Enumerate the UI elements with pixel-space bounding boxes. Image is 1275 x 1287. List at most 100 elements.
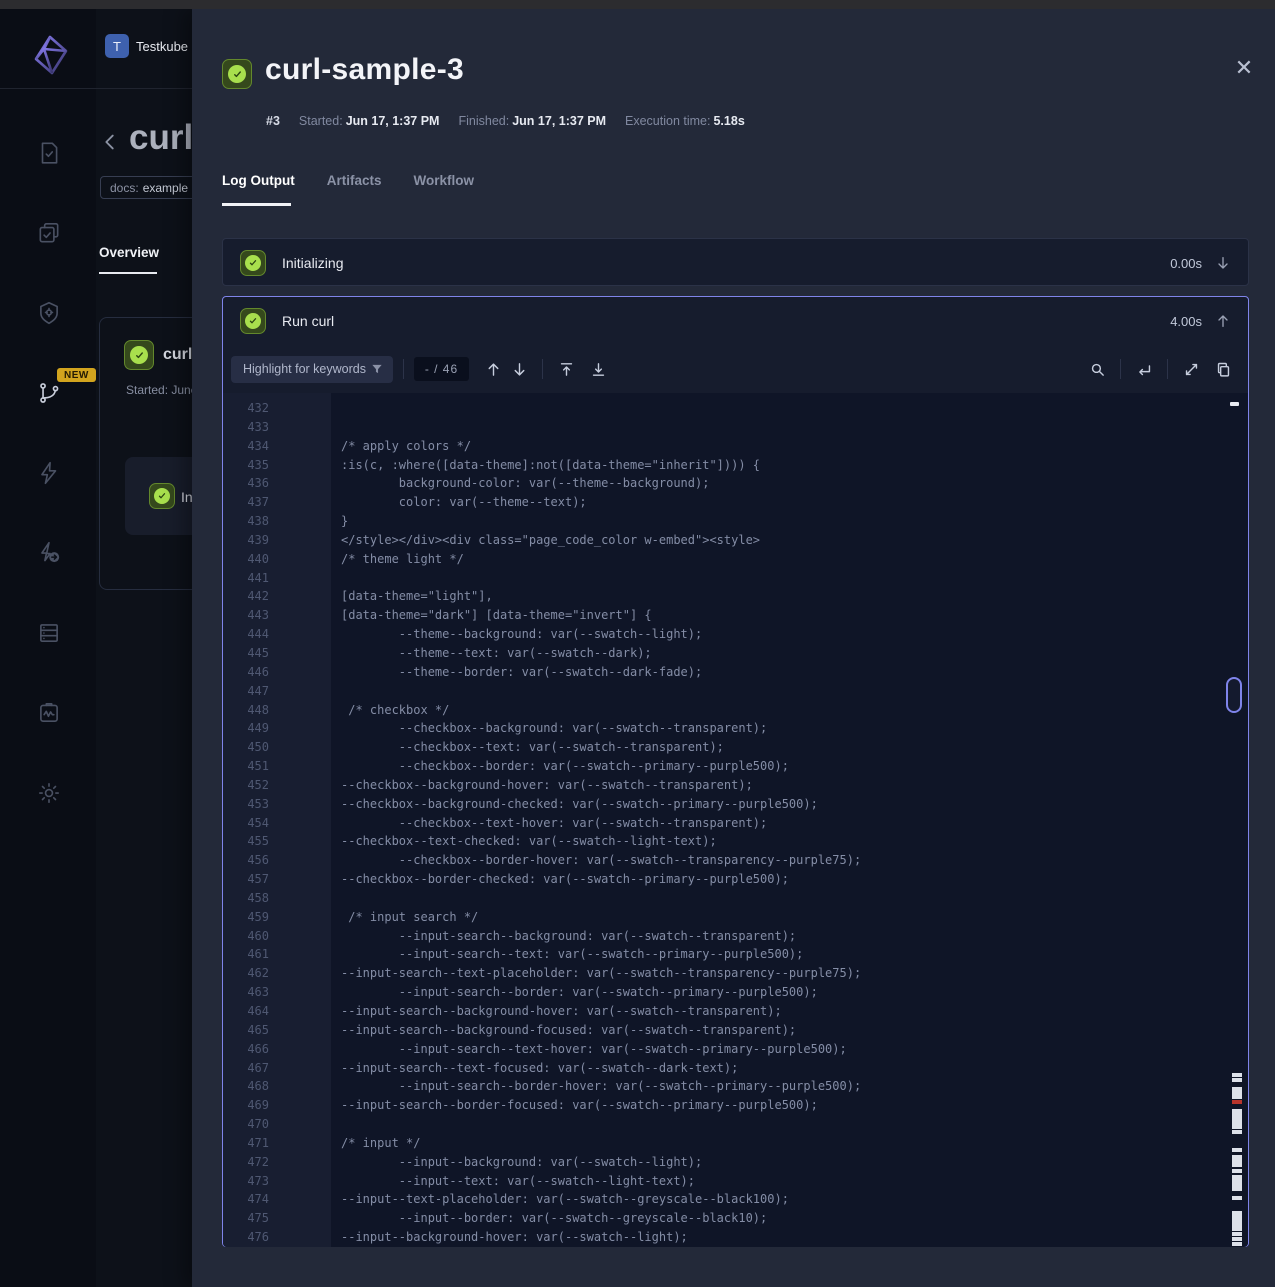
copy-button[interactable] (1210, 356, 1236, 382)
execution-step-label: In (181, 489, 193, 505)
log-row: 461 --input-search--text: var(--swatch--… (223, 945, 1248, 964)
workspace-tag: docs: example (100, 176, 198, 199)
section-initializing[interactable]: Initializing 0.00s (222, 238, 1249, 286)
log-viewport[interactable]: 432433434/* apply colors */435:is(c, :wh… (223, 393, 1248, 1247)
section-run-curl: Run curl 4.00s Highlight for keywords - … (222, 296, 1249, 1247)
wrap-text-button[interactable] (1131, 356, 1157, 382)
sidebar-item-webhooks[interactable] (36, 540, 62, 566)
log-row: 443[data-theme="dark"] [data-theme="inve… (223, 606, 1248, 625)
search-icon (1089, 361, 1106, 378)
log-row: 460 --input-search--background: var(--sw… (223, 927, 1248, 946)
log-row: 447 (223, 682, 1248, 701)
jump-to-bottom-button[interactable] (585, 356, 611, 382)
close-icon[interactable]: ✕ (1230, 54, 1258, 82)
shield-gear-icon (36, 300, 62, 326)
next-match-button[interactable] (506, 356, 532, 382)
log-row: 438} (223, 512, 1248, 531)
log-row: 446 --theme--border: var(--swatch--dark-… (223, 663, 1248, 682)
log-row: 440/* theme light */ (223, 550, 1248, 569)
jump-to-top-button[interactable] (553, 356, 579, 382)
status-passed-icon (240, 308, 266, 334)
log-row: 437 color: var(--theme--text); (223, 493, 1248, 512)
test-suites-icon (36, 220, 62, 246)
log-row: 470 (223, 1115, 1248, 1134)
new-badge: NEW (57, 368, 96, 382)
log-row: 452--checkbox--background-hover: var(--s… (223, 776, 1248, 795)
section-label: Initializing (282, 255, 343, 271)
log-row: 466 --input-search--text-hover: var(--sw… (223, 1040, 1248, 1059)
toolbar-divider (403, 359, 404, 379)
tab-overview-underline (99, 272, 157, 274)
search-button[interactable] (1084, 356, 1110, 382)
copy-icon (1215, 361, 1232, 378)
sidebar-item-sources[interactable] (36, 620, 62, 646)
log-row: 456 --checkbox--border-hover: var(--swat… (223, 851, 1248, 870)
log-row: 451 --checkbox--border: var(--swatch--pr… (223, 757, 1248, 776)
log-row: 467--input-search--text-focused: var(--s… (223, 1059, 1248, 1078)
org-initial: T (113, 39, 121, 54)
log-row: 469--input-search--border-focused: var(-… (223, 1096, 1248, 1115)
log-row: 472 --input--background: var(--swatch--l… (223, 1153, 1248, 1172)
log-row: 450 --checkbox--text: var(--swatch--tran… (223, 738, 1248, 757)
arrow-down-icon (511, 361, 528, 378)
drawer-tabs: Log Output Artifacts Workflow (222, 173, 474, 202)
workspace-page (96, 9, 192, 1287)
log-row: 462--input-search--text-placeholder: var… (223, 964, 1248, 983)
log-row: 453--checkbox--background-checked: var(-… (223, 795, 1248, 814)
log-row: 474--input--text-placeholder: var(--swat… (223, 1190, 1248, 1209)
header-divider (0, 88, 192, 89)
log-row: 468 --input-search--border-hover: var(--… (223, 1077, 1248, 1096)
tab-artifacts[interactable]: Artifacts (327, 173, 382, 202)
log-row: 449 --checkbox--background: var(--swatch… (223, 719, 1248, 738)
keyword-highlight-input[interactable]: Highlight for keywords (231, 356, 393, 383)
sidebar-item-tests[interactable] (36, 140, 62, 166)
tab-overview[interactable]: Overview (99, 245, 159, 260)
expand-icon (1183, 361, 1200, 378)
jump-to-top-icon (558, 361, 575, 378)
sidebar-item-status-pages[interactable] (36, 700, 62, 726)
back-arrow-icon[interactable] (99, 131, 121, 153)
section-initializing-header[interactable]: Initializing 0.00s (223, 239, 1248, 287)
log-row: 475 --input--border: var(--swatch--greys… (223, 1209, 1248, 1228)
section-duration: 4.00s (1170, 314, 1202, 329)
log-row: 471/* input */ (223, 1134, 1248, 1153)
prev-match-button[interactable] (480, 356, 506, 382)
log-row: 448 /* checkbox */ (223, 701, 1248, 720)
sidebar: NEW (0, 9, 96, 1287)
sidebar-item-settings[interactable] (36, 780, 62, 806)
status-passed-icon (240, 250, 266, 276)
org-name[interactable]: Testkube (136, 39, 188, 54)
chevron-down-icon[interactable] (1215, 255, 1231, 271)
scroll-top-mark (1230, 402, 1239, 406)
log-row: 436 background-color: var(--theme--backg… (223, 474, 1248, 493)
chevron-up-icon[interactable] (1215, 313, 1231, 329)
tag-label: docs: (110, 181, 139, 195)
log-row: 444 --theme--background: var(--swatch--l… (223, 625, 1248, 644)
sidebar-item-triggers[interactable] (36, 460, 62, 486)
execution-card-started: Started: June (126, 383, 197, 397)
org-avatar[interactable]: T (105, 34, 129, 58)
tab-workflow[interactable]: Workflow (414, 173, 475, 202)
log-toolbar: Highlight for keywords - / 46 (223, 345, 1248, 393)
sidebar-item-executors[interactable] (36, 300, 62, 326)
scrollbar-thumb[interactable] (1226, 677, 1242, 713)
match-counter: - / 46 (414, 357, 469, 381)
active-tab-underline (222, 203, 291, 206)
tab-log-output[interactable]: Log Output (222, 173, 295, 202)
log-row: 432 (223, 399, 1248, 418)
section-run-curl-header[interactable]: Run curl 4.00s (223, 297, 1248, 345)
log-row: 455--checkbox--text-checked: var(--swatc… (223, 832, 1248, 851)
log-row: 441 (223, 569, 1248, 588)
sidebar-item-workflows[interactable] (36, 380, 62, 406)
execution-number: #3 (266, 114, 280, 128)
finished-meta: Finished:Jun 17, 1:37 PM (458, 114, 606, 128)
fullscreen-button[interactable] (1178, 356, 1204, 382)
log-row: 458 (223, 889, 1248, 908)
jump-to-bottom-icon (590, 361, 607, 378)
git-branch-icon (36, 380, 62, 406)
toolbar-divider (542, 359, 543, 379)
sidebar-item-test-suites[interactable] (36, 220, 62, 246)
log-row: 433 (223, 418, 1248, 437)
testkube-logo-icon[interactable] (28, 31, 72, 79)
log-row: 473 --input--text: var(--swatch--light-t… (223, 1172, 1248, 1191)
